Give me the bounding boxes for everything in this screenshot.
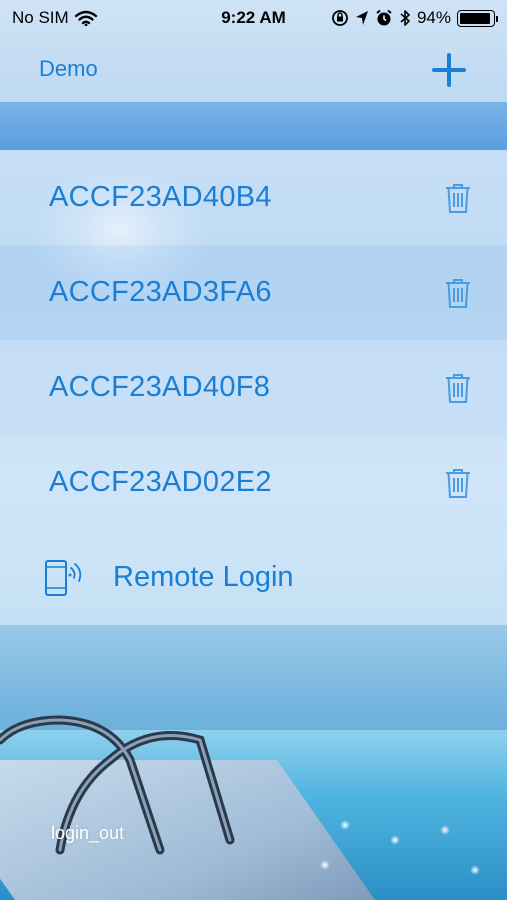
delete-device-button[interactable] [444,467,472,499]
trash-icon [446,374,470,403]
status-left: No SIM [12,8,97,28]
header-band [0,102,507,150]
device-row[interactable]: ACCF23AD40B4 [0,150,507,245]
device-name: ACCF23AD02E2 [49,466,272,498]
delete-device-button[interactable] [444,372,472,404]
battery-percent: 94% [416,8,451,27]
device-name: ACCF23AD40B4 [49,181,272,213]
trash-icon [446,184,470,213]
wifi-icon [74,10,97,26]
delete-device-button[interactable] [444,277,472,309]
carrier-label: No SIM [12,8,69,27]
water-sparkle [390,835,400,845]
add-device-button[interactable] [429,50,469,90]
background-pool-image [0,700,507,900]
phone-wireless-icon [45,560,82,596]
remote-login-button[interactable]: Remote Login [0,530,507,625]
water-sparkle [440,825,450,835]
battery-fill [460,12,491,24]
alarm-icon [376,9,392,26]
pool-ladder-rail [0,715,235,855]
device-name: ACCF23AD40F8 [49,371,271,403]
nav-title: Demo [39,56,98,81]
orientation-lock-icon [332,10,348,26]
remote-login-label: Remote Login [113,561,294,593]
device-row[interactable]: ACCF23AD3FA6 [0,245,507,340]
plus-icon [432,53,466,87]
delete-device-button[interactable] [444,182,472,214]
navigation-bar: Demo [0,36,507,102]
logout-link[interactable]: login_out [51,823,124,844]
water-sparkle [470,865,480,875]
device-name: ACCF23AD3FA6 [49,276,272,308]
bluetooth-icon [400,10,410,26]
battery-icon [457,9,498,27]
trash-icon [446,469,470,498]
device-list: ACCF23AD40B4 ACCF23AD3FA6 ACCF23AD40F8 A… [0,150,507,530]
status-bar: No SIM 9:22 AM 94% [0,0,507,36]
location-arrow-icon [355,11,368,25]
device-row[interactable]: ACCF23AD02E2 [0,435,507,530]
water-sparkle [320,860,330,870]
device-row[interactable]: ACCF23AD40F8 [0,340,507,435]
trash-icon [446,279,470,308]
water-sparkle [340,820,350,830]
status-right: 94% [331,8,498,28]
